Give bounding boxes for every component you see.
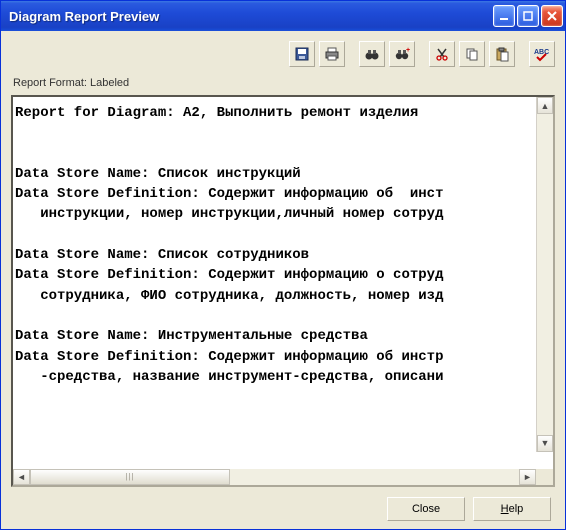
find-button[interactable] [359, 41, 385, 67]
vertical-scroll-track[interactable] [537, 114, 553, 435]
save-icon [294, 46, 310, 62]
svg-text:+: + [406, 47, 410, 54]
scissors-icon [434, 46, 450, 62]
copy-icon [464, 46, 480, 62]
scroll-down-arrow-icon[interactable]: ▼ [537, 435, 553, 452]
help-button[interactable]: Help [473, 497, 551, 521]
maximize-button[interactable] [517, 5, 539, 27]
copy-button[interactable] [459, 41, 485, 67]
scroll-right-arrow-icon[interactable]: ► [519, 469, 536, 485]
window-title: Diagram Report Preview [9, 9, 493, 24]
report-format-label: Report Format: Labeled [13, 77, 555, 89]
find-next-button[interactable]: + [389, 41, 415, 67]
bottom-bar: Close Help [11, 487, 555, 521]
scroll-left-arrow-icon[interactable]: ◄ [13, 469, 30, 485]
vertical-scrollbar[interactable]: ▲ ▼ [536, 97, 553, 452]
help-rest: elp [509, 503, 524, 515]
window-controls [493, 5, 563, 27]
toolbar: + ABC [11, 41, 555, 67]
printer-icon [324, 46, 340, 62]
scroll-corner [536, 469, 553, 485]
print-button[interactable] [319, 41, 345, 67]
paste-icon [494, 46, 510, 62]
scroll-up-arrow-icon[interactable]: ▲ [537, 97, 553, 114]
client-area: + ABC Report Format: Labeled Report for … [1, 31, 565, 529]
paste-button[interactable] [489, 41, 515, 67]
report-text[interactable]: Report for Diagram: A2, Выполнить ремонт… [15, 103, 547, 387]
horizontal-scrollbar[interactable]: ◄ ||| ► [13, 469, 553, 485]
svg-text:ABC: ABC [534, 49, 549, 56]
save-button[interactable] [289, 41, 315, 67]
report-frame: Report for Diagram: A2, Выполнить ремонт… [11, 95, 555, 487]
spellcheck-icon: ABC [533, 46, 551, 62]
close-button[interactable]: Close [387, 497, 465, 521]
binoculars-plus-icon: + [394, 46, 410, 62]
cut-button[interactable] [429, 41, 455, 67]
spellcheck-button[interactable]: ABC [529, 41, 555, 67]
horizontal-scroll-thumb[interactable]: ||| [30, 469, 230, 485]
help-mnemonic: H [501, 503, 509, 515]
minimize-button[interactable] [493, 5, 515, 27]
report-body: Report for Diagram: A2, Выполнить ремонт… [13, 97, 553, 393]
window: Diagram Report Preview + [0, 0, 566, 530]
horizontal-scroll-track[interactable]: ||| [30, 469, 519, 485]
binoculars-icon [364, 46, 380, 62]
close-window-button[interactable] [541, 5, 563, 27]
titlebar: Diagram Report Preview [1, 1, 565, 31]
